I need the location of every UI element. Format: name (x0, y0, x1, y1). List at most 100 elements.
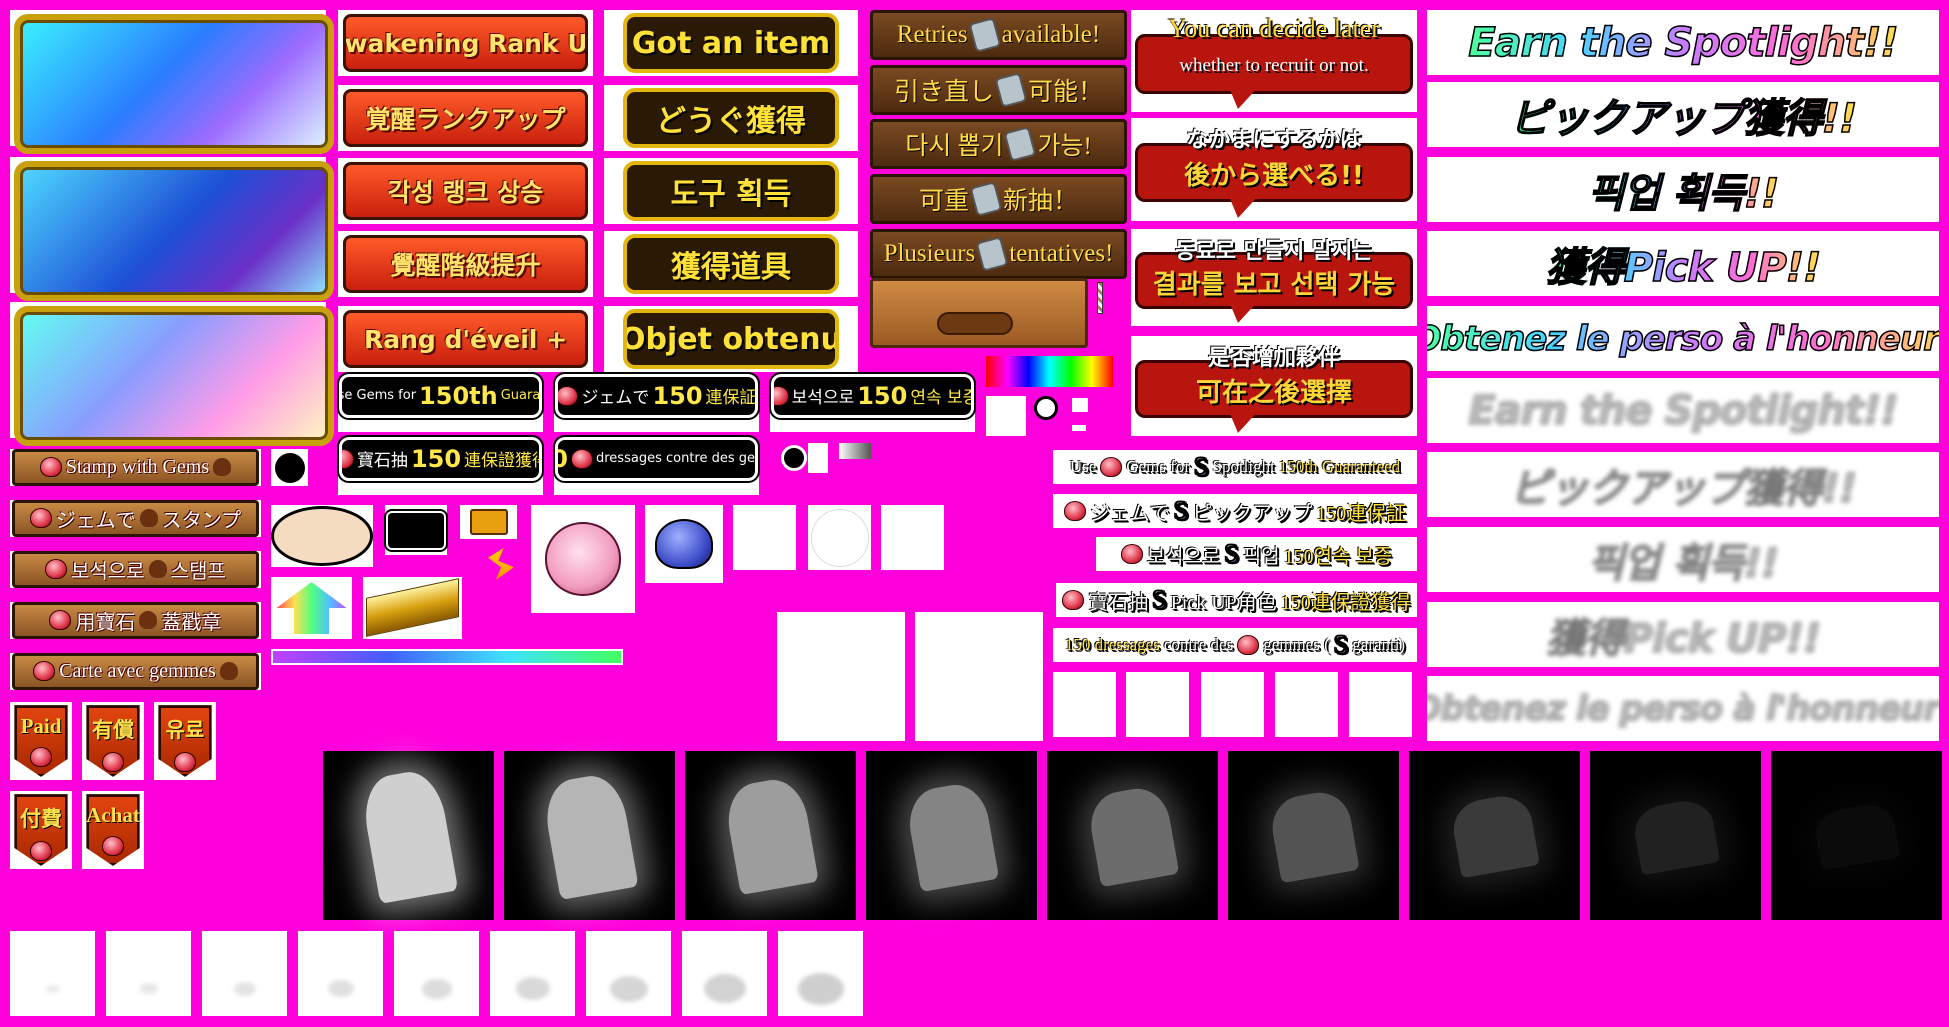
dust (703, 974, 746, 1003)
guarantee-pre: 보석으로 (791, 388, 855, 409)
dust (139, 983, 158, 994)
stamp-label-a: Stamp with Gems (65, 455, 210, 478)
white-tile (1349, 672, 1412, 737)
recruit-speech-bubble: 是否增加夥伴 可在之後選擇 (1131, 336, 1417, 436)
stamp-with-gems-button[interactable]: Carte avec gemmes (10, 653, 261, 690)
gravestone-sprite (1631, 796, 1720, 875)
item-obtained-button[interactable]: Objet obtenu (604, 306, 858, 372)
awakening-rank-button[interactable]: 각성 랭크 상승 (338, 158, 593, 224)
paid-badge-label: 有償 (92, 718, 134, 743)
white-circle (808, 505, 871, 570)
stamp-label-a: 보석으로 (71, 560, 145, 583)
paid-badge-label: 付費 (20, 807, 62, 832)
item-obtained-label-box: どうぐ獲得 (622, 88, 840, 148)
paid-badge-shield: 유료 (158, 705, 212, 777)
gem-guarantee-bubble: Use Gems for150thGuaranteed (337, 371, 544, 432)
guarantee-post: 連保証 (705, 388, 757, 409)
stamp-with-gems-button[interactable]: ジェムで スタンプ (10, 500, 261, 537)
stamp-with-gems-button[interactable]: 보석으로 스탬프 (10, 551, 261, 588)
gravestone-sprite (904, 779, 999, 892)
paid-badge-shield: Paid (14, 705, 68, 777)
bar-text-d: garanti) (1352, 635, 1406, 654)
stamp-with-gems-button[interactable]: 用寶石 蓋戳章 (10, 602, 261, 639)
item-obtained-button[interactable]: どうぐ獲得 (604, 85, 858, 151)
bar-text-c: 픽업 (1242, 545, 1280, 568)
crystal-frame-panel (14, 161, 334, 301)
awakening-rank-label-box: 覺醒階級提升 (342, 235, 589, 293)
white-tile (1053, 672, 1116, 737)
gravestone-sprite (722, 775, 819, 896)
awakening-rank-button[interactable]: Rang d'éveil + (338, 306, 593, 372)
spotlight-title-blurred: Obtenez le perso à l'honneur! (1427, 676, 1939, 741)
black-dot-icon (271, 449, 308, 486)
guarantee-number: 150 (652, 381, 703, 410)
stamp-button-body: 보석으로 스탬프 (12, 551, 259, 588)
ring-icon (1034, 396, 1058, 420)
retry-banner: 可重 新抽！ (870, 174, 1127, 224)
gem-icon (102, 752, 124, 773)
gem-icon (1237, 635, 1260, 655)
item-obtained-button[interactable]: 도구 획득 (604, 158, 858, 224)
item-obtained-button[interactable]: Got an item (604, 10, 858, 76)
bubble-tail (1228, 299, 1261, 324)
ribbon (365, 578, 460, 638)
gem-guarantee-bubble: 150 dressages contre des gemmes (553, 434, 760, 495)
spotlight-title-blurred: Earn the Spotlight!! (1427, 378, 1939, 443)
wood-plank-sign (870, 278, 1088, 348)
guarantee-number: 150 (410, 444, 462, 473)
ticket-plus-icon (460, 505, 517, 539)
retry-banner-plank: Plusieurs tentatives! (870, 229, 1127, 279)
awakening-rank-label: Awakening Rank UP (344, 28, 588, 58)
gem-icon (1062, 590, 1085, 610)
gravestone-animation-frame (504, 751, 675, 920)
awakening-rank-label: Rang d'éveil + (363, 324, 568, 354)
spotlight-title-text: Obtenez le perso à l'honneur! (1427, 688, 1939, 729)
stamp-button-body: Stamp with Gems (12, 449, 259, 486)
hammer-icon (1004, 126, 1037, 162)
spotlight-title-text: 獲得Pick UP!! (1545, 615, 1822, 662)
awakening-rank-button[interactable]: 覺醒階級提升 (338, 231, 593, 297)
gem-icon (33, 661, 56, 682)
awakening-rank-button[interactable]: 覚醒ランクアップ (338, 85, 593, 151)
bar-text-b: contre des (1163, 635, 1234, 654)
spotlight-title: Earn the Spotlight!! (1427, 10, 1939, 75)
spotlight-title: ピックアップ獲得!! (1427, 82, 1939, 147)
dust-cloud-frame (106, 931, 191, 1016)
stamp-with-gems-button[interactable]: Stamp with Gems (10, 449, 261, 486)
awakening-rank-button[interactable]: Awakening Rank UP (338, 10, 593, 76)
spotlight-title-blurred: 獲得Pick UP!! (1427, 602, 1939, 667)
white-tile-large (777, 612, 905, 741)
retry-text-b: 가능! (1037, 133, 1092, 160)
gem-icon (342, 448, 354, 469)
gravestone-animation-frame (1228, 751, 1399, 920)
white-tile (1126, 672, 1189, 737)
dust (327, 980, 354, 997)
awakening-rank-label-box: Awakening Rank UP (342, 14, 589, 72)
speech-bubble-red: 是否增加夥伴 可在之後選擇 (1131, 336, 1417, 436)
bubble-line-2: 결과를 보고 선택 가능 (1152, 269, 1396, 300)
crystal-frame-panel (14, 306, 334, 446)
retry-text-a: 다시 뽑기 (905, 133, 1004, 160)
bar-text-c: gemmes ( (1263, 635, 1330, 654)
gravestone-animation-frame (866, 751, 1037, 920)
arrow (276, 582, 347, 634)
gem-icon (1100, 457, 1123, 477)
gray-gradient-swatch (839, 443, 871, 459)
bar-text-a: Use (1069, 457, 1097, 476)
paid-badge-shield: 付費 (14, 794, 68, 866)
slime-stamp-icon (139, 611, 158, 630)
bar-text-b: 보석으로 (1146, 545, 1221, 568)
gravestone-animation-frame (1409, 751, 1580, 920)
item-obtained-label: どうぐ獲得 (655, 104, 806, 139)
hammer-icon (968, 17, 1002, 53)
guarantee-number: 150th (419, 381, 498, 410)
retry-banner: Plusieurs tentatives! (870, 229, 1127, 279)
black-dot-icon (781, 445, 807, 471)
paid-badge-shield: 有償 (86, 705, 140, 777)
spotlight-title-text: ピックアップ獲得!! (1509, 465, 1857, 512)
guarantee-number: 150 (857, 381, 908, 410)
item-obtained-button[interactable]: 獲得道具 (604, 231, 858, 297)
hammer-icon (975, 236, 1009, 272)
gem-icon (29, 508, 52, 529)
paid-badge: Paid (10, 702, 72, 780)
